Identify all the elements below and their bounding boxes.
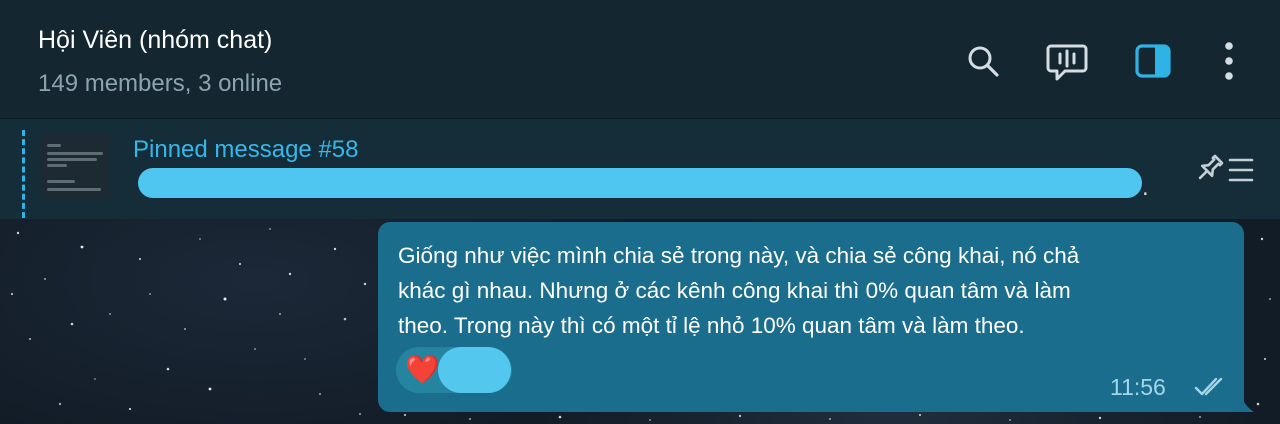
chat-header <box>0 0 1280 119</box>
voice-chat-button[interactable] <box>1046 40 1088 82</box>
member-count: 149 members, 3 online <box>38 70 283 97</box>
message-text: Giống như việc mình chia sẻ trong này, v… <box>398 243 1080 338</box>
more-options-button[interactable] <box>1208 40 1250 82</box>
heart-icon: ❤️ <box>405 354 440 385</box>
pinned-preview-redacted <box>138 168 1142 198</box>
double-check-icon <box>1194 377 1223 396</box>
pinned-list-icon <box>1198 154 1254 182</box>
more-vertical-icon <box>1225 42 1233 80</box>
reactor-avatar-redacted <box>438 347 511 393</box>
sidebar-toggle-button[interactable] <box>1132 40 1174 82</box>
search-button[interactable] <box>962 40 1004 82</box>
search-icon <box>968 46 999 77</box>
pinned-indicator <box>22 130 25 218</box>
voice-chat-icon <box>1046 44 1088 81</box>
pinned-title[interactable]: Pinned message #58 <box>133 136 359 164</box>
reaction-chip[interactable]: ❤️ <box>396 347 512 393</box>
pinned-preview-end: . <box>1142 174 1149 201</box>
sidebar-toggle-icon <box>1135 44 1171 78</box>
bubble-tail <box>1240 392 1254 412</box>
pinned-thumbnail <box>42 134 110 200</box>
chat-title[interactable]: Hội Viên (nhóm chat) <box>38 26 272 55</box>
message-time: 11:56 <box>1110 374 1166 400</box>
pinned-list-button[interactable] <box>1196 150 1256 190</box>
